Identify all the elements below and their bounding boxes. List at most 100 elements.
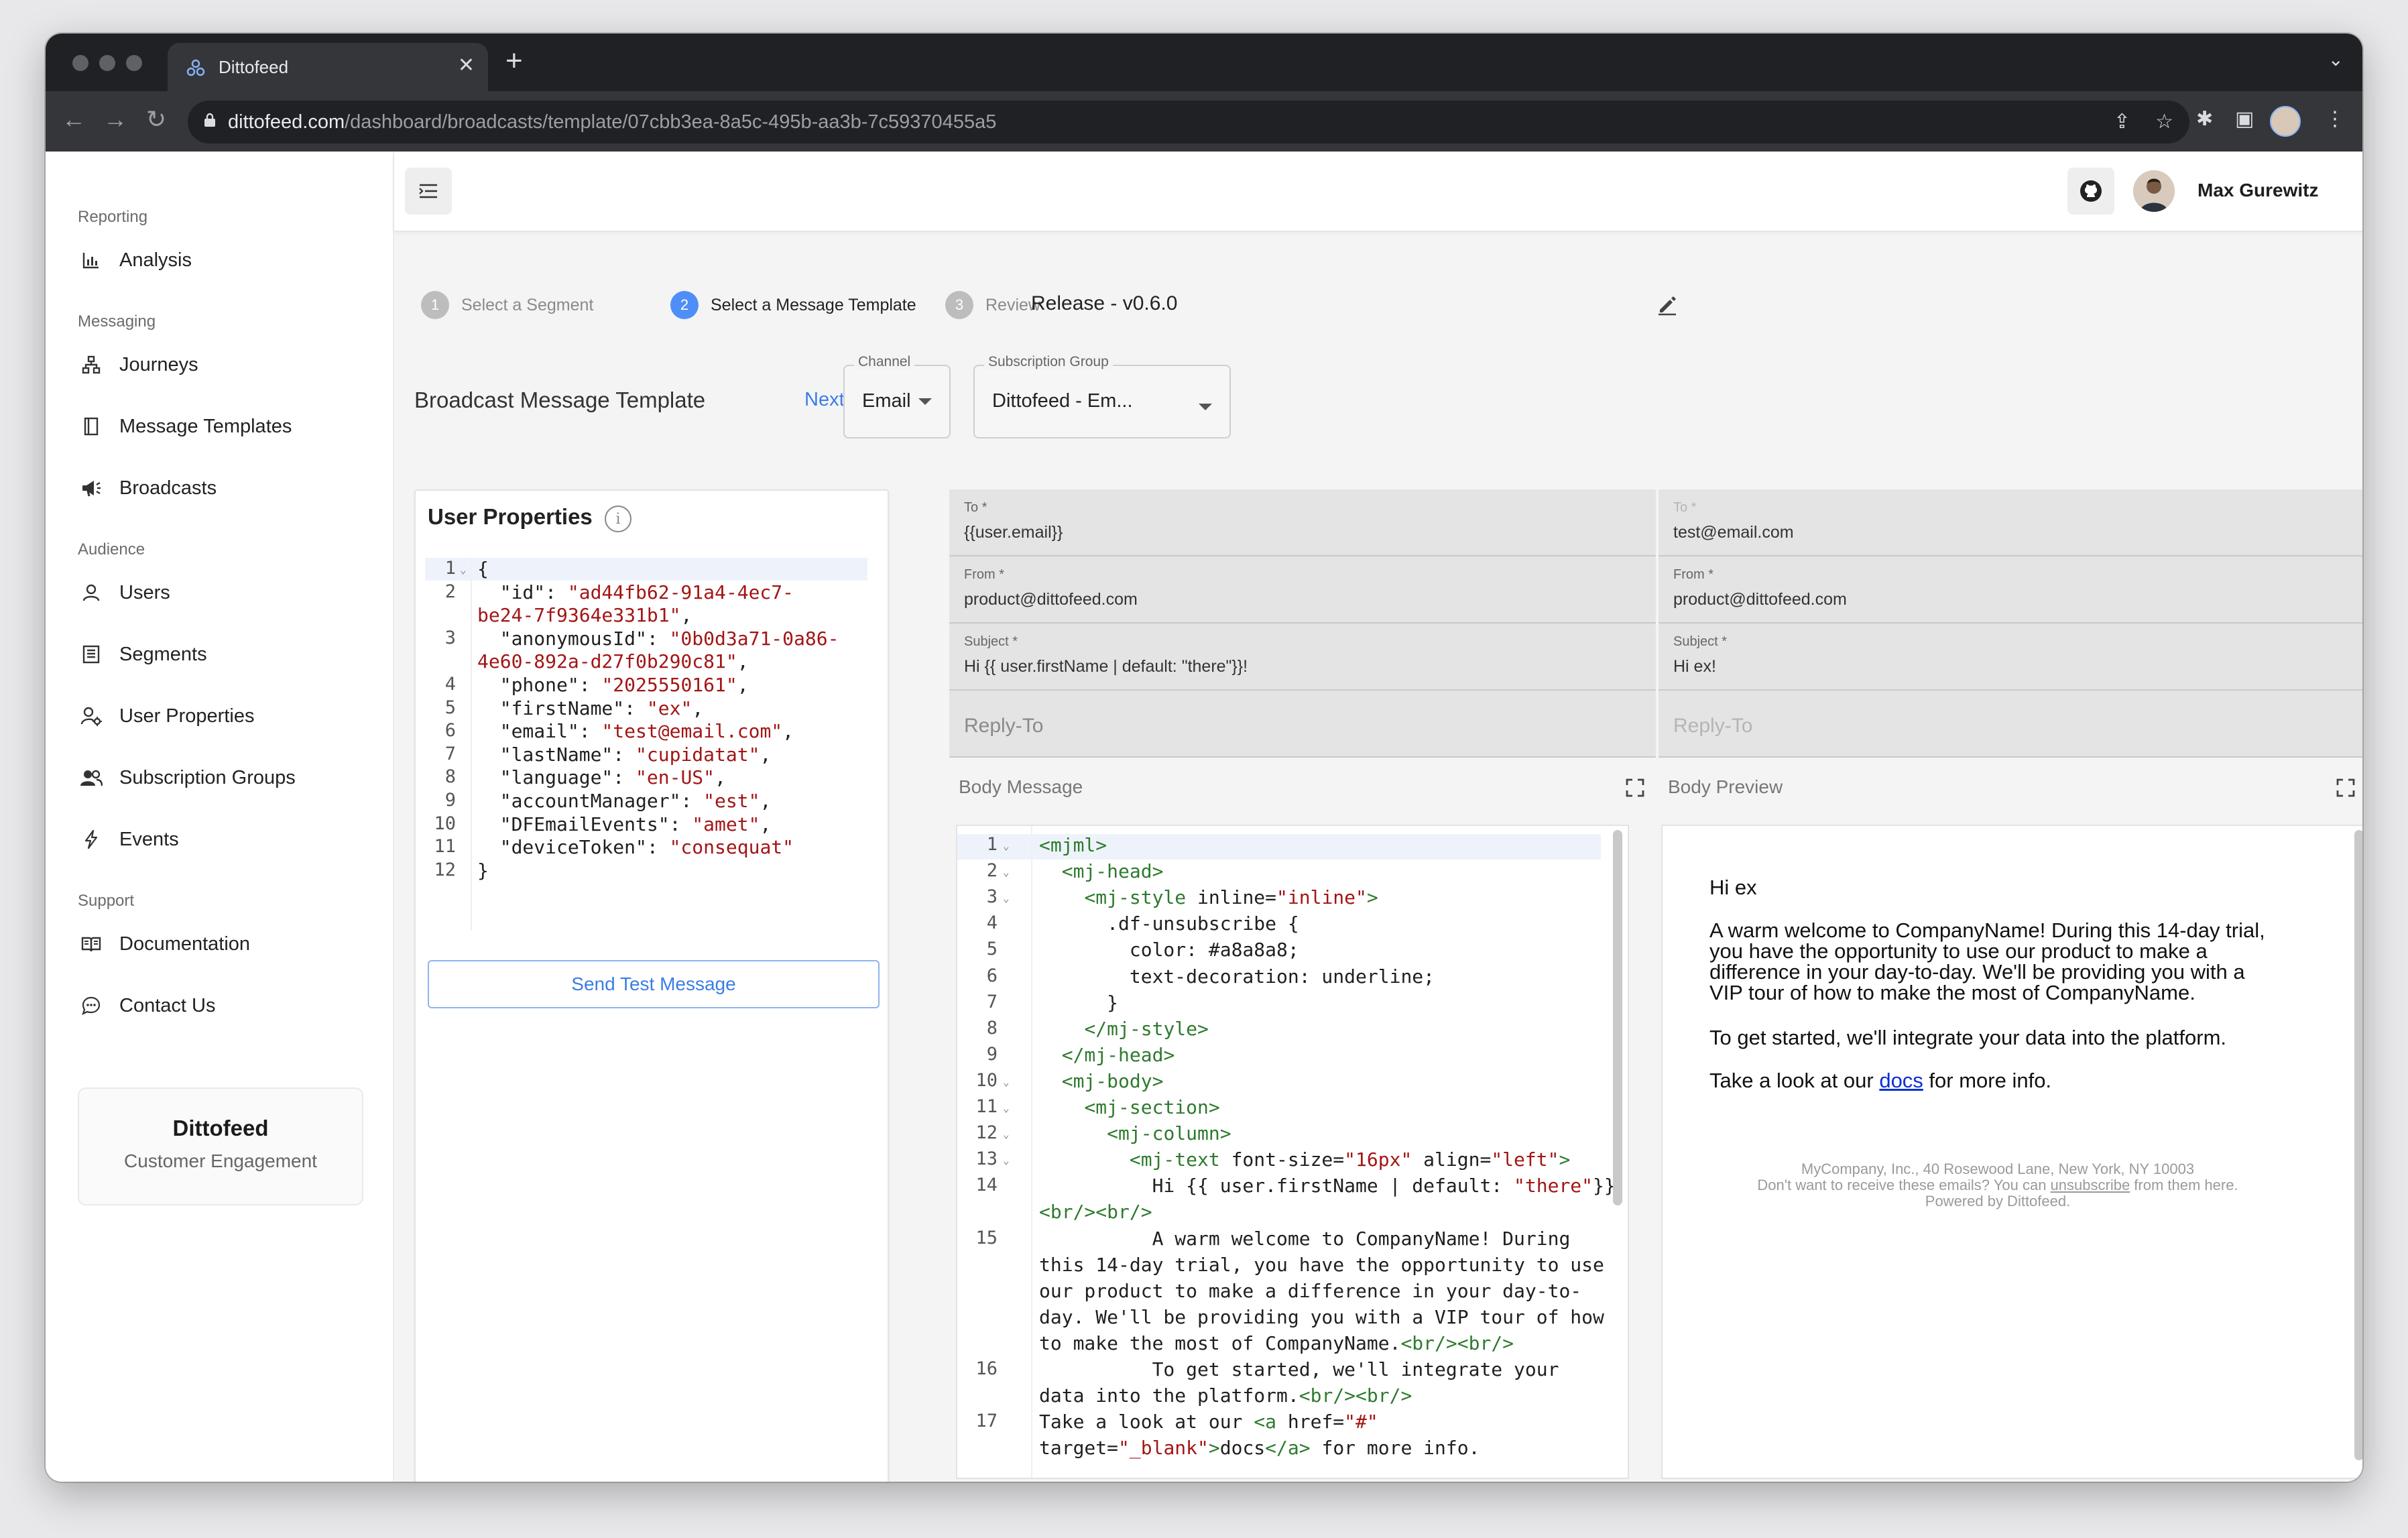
fullscreen-icon[interactable] bbox=[2336, 778, 2356, 798]
app-header: Max Gurewitz bbox=[394, 152, 2362, 232]
code-line: text-decoration: underline; bbox=[1039, 965, 1435, 988]
fold-chevron-icon[interactable]: ⌄ bbox=[1003, 839, 1010, 852]
megaphone-icon bbox=[78, 475, 105, 501]
code-key: "email": bbox=[477, 720, 602, 743]
sidebar-item-contact-us[interactable]: Contact Us bbox=[78, 986, 215, 1026]
code-line: "anonymousId": "0b0d3a71-0a86- bbox=[477, 628, 839, 650]
extensions-icon[interactable]: ✱ bbox=[2196, 107, 2213, 131]
preview-greeting: Hi ex bbox=[1709, 876, 1757, 899]
preview-scrollbar[interactable] bbox=[2354, 830, 2362, 1460]
code-line: data into the platform.<br/><br/> bbox=[1039, 1384, 1412, 1407]
sidebar-item-journeys[interactable]: Journeys bbox=[78, 345, 198, 385]
browser-tab[interactable]: Dittofeed ✕ bbox=[168, 43, 488, 91]
url-host: dittofeed.com bbox=[228, 111, 345, 133]
sidebar-item-segments[interactable]: Segments bbox=[78, 634, 207, 674]
line-number: 17 bbox=[975, 1411, 998, 1432]
info-icon[interactable]: i bbox=[605, 506, 631, 532]
close-window-button[interactable] bbox=[72, 55, 88, 71]
close-tab-icon[interactable]: ✕ bbox=[458, 54, 475, 77]
code-punctuation: , bbox=[782, 720, 794, 743]
editor-scrollbar[interactable] bbox=[1613, 830, 1622, 1205]
step-select-segment[interactable]: 1 Select a Segment bbox=[421, 291, 593, 319]
menu-toggle-button[interactable] bbox=[405, 168, 452, 215]
unsubscribe-link[interactable]: unsubscribe bbox=[2051, 1177, 2130, 1193]
sidebar-item-documentation[interactable]: Documentation bbox=[78, 924, 250, 964]
footer-unsub-before: Don't want to receive these emails? You … bbox=[1757, 1177, 2051, 1193]
code-line: "id": "ad44fb62-91a4-4ec7- bbox=[477, 581, 794, 603]
fold-chevron-icon[interactable]: ⌄ bbox=[1003, 1102, 1010, 1114]
fold-chevron-icon[interactable]: ⌄ bbox=[1003, 866, 1010, 878]
fold-chevron-icon[interactable]: ⌄ bbox=[460, 563, 467, 576]
code-line: "DFEmailEvents": "amet", bbox=[477, 813, 772, 835]
user-properties-panel: User Properties i 1 ⌄ {2 "id": "ad44fb62-9… bbox=[414, 489, 889, 1482]
next-button[interactable]: Next bbox=[804, 389, 845, 411]
step-label: Select a Segment bbox=[461, 295, 594, 314]
sidebar-item-message-templates[interactable]: Message Templates bbox=[78, 406, 292, 447]
browser-profile-avatar[interactable] bbox=[2270, 106, 2301, 137]
to-field[interactable]: To * {{user.email}} bbox=[949, 489, 1656, 556]
sidebar-item-user-properties[interactable]: User Properties bbox=[78, 696, 254, 736]
tab-search-icon[interactable]: ⌄ bbox=[2328, 48, 2344, 70]
sidebar-item-users[interactable]: Users bbox=[78, 573, 170, 613]
fold-chevron-icon[interactable]: ⌄ bbox=[1003, 1154, 1010, 1167]
chevron-down-icon bbox=[918, 398, 932, 405]
code-string: "cupidatat" bbox=[636, 743, 760, 766]
from-field[interactable]: From * product@dittofeed.com bbox=[949, 556, 1656, 624]
subject-field[interactable]: Subject * Hi {{ user.firstName | default… bbox=[949, 624, 1656, 691]
user-properties-title: User Properties bbox=[428, 504, 593, 529]
code-line: color: #a8a8a8; bbox=[1039, 939, 1299, 961]
edit-pencil-icon[interactable] bbox=[1656, 294, 1679, 316]
body-message-editor[interactable]: 1 ⌄ <mjml> 2 ⌄ <mj-head> 3 ⌄ <mj-style inline=… bbox=[956, 825, 1629, 1479]
channel-select[interactable]: Channel Email bbox=[843, 354, 951, 438]
code-line: A warm welcome to CompanyName! During bbox=[1039, 1227, 1571, 1250]
sidebar-item-broadcasts[interactable]: Broadcasts bbox=[78, 468, 217, 508]
user-avatar[interactable] bbox=[2133, 170, 2175, 212]
new-tab-button[interactable]: + bbox=[505, 44, 523, 78]
sidebar-item-label: Analysis bbox=[119, 249, 192, 271]
back-arrow-icon[interactable]: ← bbox=[62, 105, 86, 134]
step-select-message-template[interactable]: 2 Select a Message Template bbox=[670, 291, 916, 319]
organization-subtitle: Customer Engagement bbox=[124, 1150, 317, 1171]
fold-chevron-icon[interactable]: ⌄ bbox=[1003, 892, 1010, 904]
fold-chevron-icon[interactable]: ⌄ bbox=[1003, 1075, 1010, 1088]
browser-toolbar: ← → ↻ dittofeed.com/dashboard/broadcasts… bbox=[46, 91, 2362, 153]
browser-menu-icon[interactable]: ⋮ bbox=[2325, 107, 2345, 131]
code-key: "DFEmailEvents": bbox=[477, 813, 693, 835]
docs-link[interactable]: docs bbox=[1879, 1069, 1923, 1092]
fold-chevron-icon[interactable]: ⌄ bbox=[1003, 1128, 1010, 1140]
body-code-content[interactable]: 1 ⌄ <mjml> 2 ⌄ <mj-head> 3 ⌄ <mj-style inline=… bbox=[957, 826, 1616, 1478]
code-punctuation: , bbox=[760, 743, 772, 766]
lock-icon bbox=[204, 113, 215, 127]
github-icon bbox=[2080, 180, 2102, 202]
github-button[interactable] bbox=[2067, 168, 2114, 215]
subject-preview-label: Subject * bbox=[1673, 634, 1728, 649]
nav-group-audience: Audience bbox=[78, 540, 145, 558]
send-test-message-button[interactable]: Send Test Message bbox=[428, 960, 880, 1008]
code-key: "anonymousId": bbox=[477, 627, 670, 650]
from-preview-field: From * product@dittofeed.com bbox=[1659, 556, 2362, 624]
side-panel-icon[interactable]: ▣ bbox=[2235, 107, 2254, 131]
step-review[interactable]: 3 Review bbox=[945, 291, 1040, 319]
step-number: 1 bbox=[421, 291, 449, 319]
sidebar-item-events[interactable]: Events bbox=[78, 819, 179, 860]
sidebar-item-subscription-groups[interactable]: Subscription Groups bbox=[78, 758, 296, 798]
address-bar[interactable]: dittofeed.com/dashboard/broadcasts/templ… bbox=[188, 101, 2189, 143]
share-icon[interactable]: ⇪ bbox=[2114, 110, 2130, 133]
reply-to-field[interactable]: Reply-To bbox=[949, 691, 1656, 758]
fullscreen-icon[interactable] bbox=[1625, 778, 1645, 798]
book-icon bbox=[78, 413, 105, 440]
step-number: 3 bbox=[945, 291, 973, 319]
organization-card[interactable]: Dittofeed Customer Engagement bbox=[78, 1087, 363, 1205]
line-number: 1 bbox=[444, 558, 456, 579]
reload-icon[interactable]: ↻ bbox=[146, 105, 166, 134]
maximize-window-button[interactable] bbox=[126, 55, 142, 71]
bookmark-star-icon[interactable]: ☆ bbox=[2155, 110, 2173, 133]
user-properties-json-editor[interactable]: 1 ⌄ {2 "id": "ad44fb62-91a4-4ec7- be24-7f93… bbox=[425, 558, 874, 933]
line-number: 6 bbox=[444, 720, 456, 742]
minimize-window-button[interactable] bbox=[99, 55, 115, 71]
channel-select-value: Email bbox=[862, 390, 911, 412]
subscription-group-select[interactable]: Subscription Group Dittofeed - Em... bbox=[973, 354, 1231, 438]
channel-select-label: Channel bbox=[854, 354, 915, 370]
forward-arrow-icon[interactable]: → bbox=[103, 105, 127, 134]
sidebar-item-analysis[interactable]: Analysis bbox=[78, 240, 192, 280]
